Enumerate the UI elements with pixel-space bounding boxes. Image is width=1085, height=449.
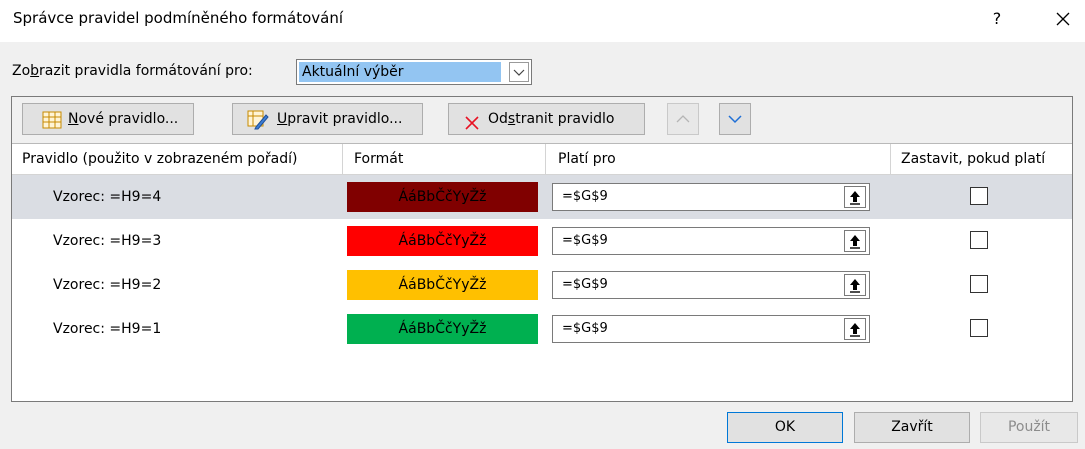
stop-if-true-checkbox[interactable] (970, 275, 988, 293)
applies-to-field[interactable]: =$G$9 (552, 183, 870, 211)
delete-x-icon (464, 112, 480, 142)
collapse-dialog-icon[interactable] (844, 230, 866, 252)
applies-to-value: =$G$9 (562, 321, 608, 336)
rule-row[interactable]: Vzorec: =H9=3 ÁáBbČčYyŽž =$G$9 (12, 219, 1072, 263)
applies-to-value: =$G$9 (562, 277, 608, 292)
rules-toolbar: Nové pravidlo... Upravit pravidlo... Ods… (12, 97, 1072, 144)
column-header-applies-to[interactable]: Platí pro (558, 144, 616, 174)
title-bar: Správce pravidel podmíněného formátování… (0, 0, 1085, 42)
column-divider (545, 144, 546, 174)
move-down-button[interactable] (719, 103, 751, 135)
scope-selected-value: Aktuální výběr (299, 62, 501, 82)
edit-rule-button[interactable]: Upravit pravidlo... (232, 103, 423, 135)
column-divider (890, 144, 891, 174)
close-icon[interactable] (1050, 5, 1076, 33)
apply-button[interactable]: Použít (980, 412, 1078, 443)
new-rule-icon (42, 110, 62, 140)
close-button[interactable]: Zavřít (854, 412, 970, 443)
chevron-up-icon (676, 115, 690, 123)
format-preview: ÁáBbČčYyŽž (347, 182, 538, 212)
chevron-down-icon[interactable] (509, 62, 529, 82)
edit-rule-icon (247, 110, 269, 141)
new-rule-button[interactable]: Nové pravidlo... (22, 103, 194, 135)
collapse-dialog-icon[interactable] (844, 318, 866, 340)
rule-row[interactable]: Vzorec: =H9=4 ÁáBbČčYyŽž =$G$9 (12, 175, 1072, 219)
stop-if-true-checkbox[interactable] (970, 187, 988, 205)
rule-row[interactable]: Vzorec: =H9=2 ÁáBbČčYyŽž =$G$9 (12, 263, 1072, 307)
help-button[interactable]: ? (985, 6, 1009, 32)
scope-select[interactable]: Aktuální výběr (296, 59, 532, 85)
scope-label: Zobrazit pravidla formátování pro: (12, 63, 253, 79)
format-preview: ÁáBbČčYyŽž (347, 270, 538, 300)
rule-description: Vzorec: =H9=2 (53, 277, 162, 293)
stop-if-true-checkbox[interactable] (970, 319, 988, 337)
column-divider (342, 144, 343, 174)
rule-description: Vzorec: =H9=4 (53, 189, 162, 205)
format-preview: ÁáBbČčYyŽž (347, 226, 538, 256)
applies-to-value: =$G$9 (562, 189, 608, 204)
applies-to-field[interactable]: =$G$9 (552, 315, 870, 343)
column-header-format[interactable]: Formát (354, 144, 403, 174)
delete-rule-button[interactable]: Odstranit pravidlo (448, 103, 645, 135)
column-header-stop-if-true[interactable]: Zastavit, pokud platí (901, 144, 1045, 174)
chevron-down-icon (728, 115, 742, 124)
collapse-dialog-icon[interactable] (844, 274, 866, 296)
column-header-rule[interactable]: Pravidlo (použito v zobrazeném pořadí) (22, 144, 297, 174)
rule-description: Vzorec: =H9=3 (53, 233, 162, 249)
ok-button[interactable]: OK (727, 412, 843, 443)
dialog-title: Správce pravidel podmíněného formátování (13, 9, 344, 27)
applies-to-field[interactable]: =$G$9 (552, 227, 870, 255)
rules-panel: Nové pravidlo... Upravit pravidlo... Ods… (11, 96, 1073, 402)
format-preview: ÁáBbČčYyŽž (347, 314, 538, 344)
applies-to-value: =$G$9 (562, 233, 608, 248)
rule-description: Vzorec: =H9=1 (53, 321, 162, 337)
collapse-dialog-icon[interactable] (844, 186, 866, 208)
move-up-button[interactable] (667, 103, 699, 135)
stop-if-true-checkbox[interactable] (970, 231, 988, 249)
rule-row[interactable]: Vzorec: =H9=1 ÁáBbČčYyŽž =$G$9 (12, 307, 1072, 351)
applies-to-field[interactable]: =$G$9 (552, 271, 870, 299)
